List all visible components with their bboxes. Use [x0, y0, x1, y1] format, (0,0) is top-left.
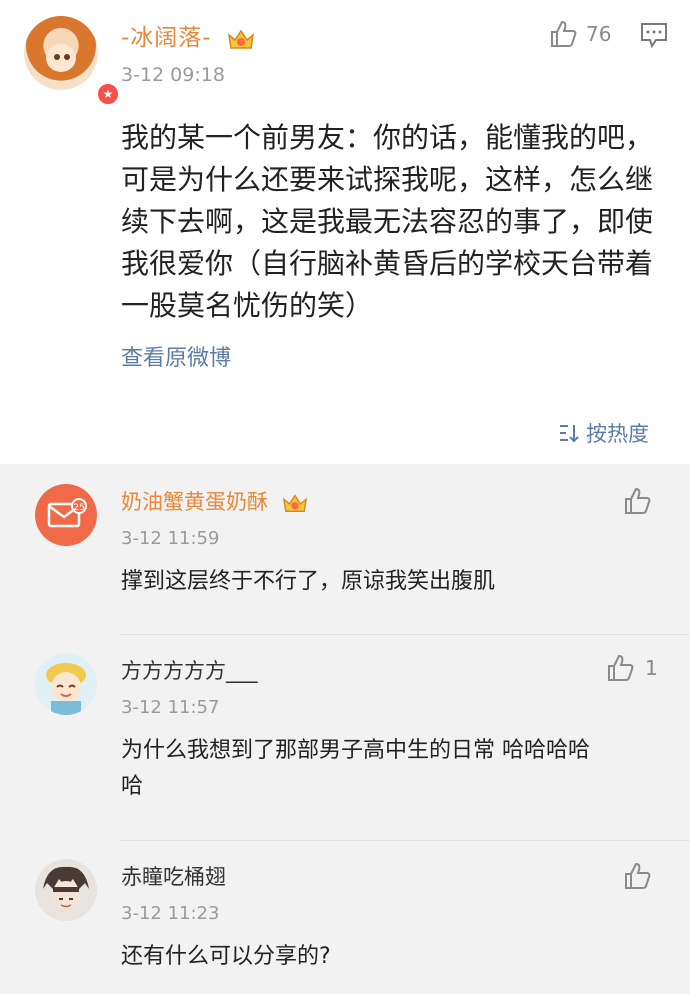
comment-text: 还有什么可以分享的?: [121, 944, 331, 969]
comment-item: 赤瞳吃桶翅 3-12 11:23 还有什么可以分享的?: [0, 841, 690, 994]
post-like-button[interactable]: 76: [548, 19, 611, 49]
view-original-link[interactable]: 查看原微博: [121, 340, 231, 372]
thumbs-up-icon: [625, 862, 651, 889]
comment-item: 25 奶油蟹黄蛋奶酥 3-12 11:59 撑到这层终于不行了，原谅我笑出腹肌: [0, 464, 690, 634]
comment-icon[interactable]: [640, 22, 668, 48]
verified-badge-icon: ★: [96, 82, 120, 106]
comment-author-name[interactable]: 方方方方方___: [121, 655, 258, 685]
comments-section: 25 奶油蟹黄蛋奶酥 3-12 11:59 撑到这层终于不行了，原谅我笑出腹肌: [0, 464, 690, 994]
comment-author-name[interactable]: 赤瞳吃桶翅: [121, 861, 226, 891]
comment-like-button[interactable]: [622, 861, 652, 891]
avatar[interactable]: ★: [24, 16, 120, 106]
avatar[interactable]: [35, 653, 97, 715]
cartoon-avatar-icon: [43, 866, 89, 909]
vip-crown-icon: [227, 29, 254, 49]
post-timestamp: 3-12 09:18: [121, 64, 225, 86]
thumbs-up-icon: [551, 20, 577, 47]
comment-text: 为什么我想到了那部男子高中生的日常 哈哈哈哈哈: [121, 738, 590, 799]
comment-like-button[interactable]: 1: [605, 653, 658, 683]
post-text: 我的某一个前男友：你的话，能懂我的吧，可是为什么还要来试探我呢，这样，怎么继续下…: [121, 121, 654, 322]
sort-by-hot-button[interactable]: 按热度: [558, 418, 649, 448]
main-post: ★ -冰阔落- 3-12 09:18 76 我的某一个前男友：你的话，能懂我的吧…: [0, 0, 690, 464]
comment-author[interactable]: 奶油蟹黄蛋奶酥: [121, 486, 309, 516]
avatar-eye-left: [54, 54, 60, 60]
comment-like-button[interactable]: [622, 486, 652, 516]
avatar-eye-right: [64, 54, 70, 60]
thumbs-up-icon: [625, 487, 651, 514]
comment-timestamp: 3-12 11:23: [121, 903, 220, 924]
sort-label: 按热度: [586, 422, 649, 446]
comment-item: 方方方方方___ 3-12 11:57 为什么我想到了那部男子高中生的日常 哈哈…: [0, 635, 690, 840]
cartoon-avatar-icon: [46, 663, 86, 715]
vip-crown-icon: [282, 494, 307, 512]
sort-icon: [560, 425, 579, 443]
thumbs-up-icon: [608, 654, 634, 681]
comment-like-count: 1: [645, 656, 658, 680]
comment-text: 撑到这层终于不行了，原谅我笑出腹肌: [121, 569, 496, 594]
post-like-count: 76: [586, 22, 612, 46]
avatar[interactable]: 25: [35, 484, 97, 546]
post-author-name[interactable]: -冰阔落-: [121, 25, 212, 51]
mail-icon: 25: [47, 498, 87, 528]
comment-timestamp: 3-12 11:59: [121, 528, 220, 549]
avatar-face: [46, 44, 76, 72]
comment-author-name[interactable]: 奶油蟹黄蛋奶酥: [121, 490, 268, 514]
post-author[interactable]: -冰阔落-: [121, 18, 256, 52]
avatar[interactable]: [35, 859, 97, 921]
comment-timestamp: 3-12 11:57: [121, 697, 220, 718]
svg-text:25: 25: [73, 503, 84, 513]
